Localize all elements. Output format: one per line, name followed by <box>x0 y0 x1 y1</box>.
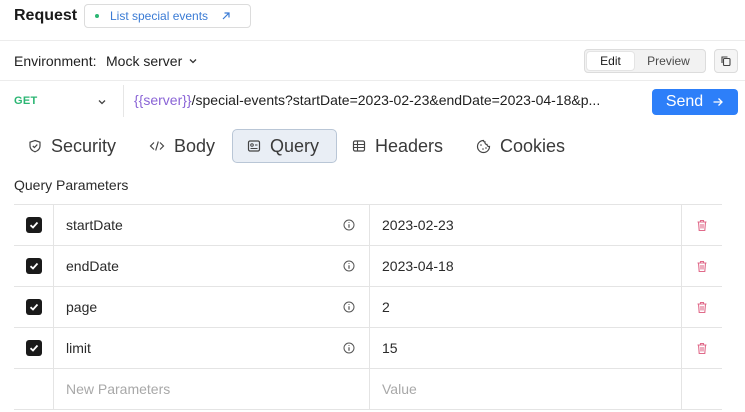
url-path: /special-events?startDate=2023-02-23&end… <box>191 92 601 108</box>
send-label: Send <box>665 93 704 110</box>
param-enabled-cell <box>14 328 54 368</box>
new-param-key-input[interactable]: New Parameters <box>54 369 370 409</box>
tab-label: Headers <box>375 135 444 156</box>
delete-param-button[interactable] <box>682 328 722 368</box>
param-key-input[interactable]: endDate <box>54 246 370 286</box>
info-icon[interactable] <box>343 219 355 231</box>
tab-body[interactable]: Body <box>149 129 215 163</box>
tab-headers[interactable]: Headers <box>352 129 443 163</box>
edit-mode-button[interactable]: Edit <box>587 52 634 70</box>
tab-label: Body <box>174 135 216 156</box>
headers-icon <box>352 140 366 152</box>
param-enabled-cell <box>14 205 54 245</box>
empty-cell <box>682 369 722 409</box>
info-icon[interactable] <box>343 260 355 272</box>
page-title: Request <box>14 7 78 24</box>
tab-cookies[interactable]: Cookies <box>476 129 565 163</box>
external-link-icon <box>222 12 230 20</box>
tab-security[interactable]: Security <box>28 129 116 163</box>
trash-icon <box>697 301 707 313</box>
delete-param-button[interactable] <box>682 205 722 245</box>
preview-mode-button[interactable]: Preview <box>634 52 703 70</box>
url-input[interactable]: {{server}}/special-events?startDate=2023… <box>134 92 640 108</box>
delete-param-button[interactable] <box>682 287 722 327</box>
info-icon[interactable] <box>343 342 355 354</box>
tab-label: Security <box>51 135 117 156</box>
check-icon <box>29 262 38 270</box>
param-value-input[interactable]: 2 <box>370 287 682 327</box>
environment-bar: Environment: Mock server Edit Preview <box>0 41 745 81</box>
param-key: page <box>66 299 98 315</box>
trash-icon <box>697 342 707 354</box>
table-row: startDate 2023-02-23 <box>14 205 722 246</box>
arrow-right-icon <box>713 98 724 106</box>
param-enabled-checkbox[interactable] <box>25 299 42 315</box>
chevron-down-icon <box>189 59 197 64</box>
url-server-variable: {{server}} <box>134 92 192 108</box>
send-button[interactable]: Send <box>652 89 738 115</box>
info-icon[interactable] <box>343 301 355 313</box>
table-row: limit 15 <box>14 328 722 369</box>
cookie-icon <box>476 139 491 153</box>
method-select[interactable]: GET <box>14 95 38 107</box>
query-parameters-table: startDate 2023-02-23 endDate 2023-04-18 <box>14 204 722 410</box>
param-enabled-cell <box>14 369 54 409</box>
param-key-input[interactable]: startDate <box>54 205 370 245</box>
query-icon <box>247 140 261 152</box>
environment-label: Environment: <box>14 53 97 69</box>
table-row: page 2 <box>14 287 722 328</box>
tab-query[interactable]: Query <box>232 129 337 163</box>
request-tabs: Security Body Query Headers Cookies <box>0 122 745 170</box>
param-value-input[interactable]: 2023-02-23 <box>370 205 682 245</box>
edit-preview-toggle: Edit Preview <box>584 49 706 73</box>
param-enabled-checkbox[interactable] <box>25 217 42 233</box>
copy-button[interactable] <box>714 49 738 73</box>
code-icon <box>149 141 165 151</box>
check-icon <box>29 303 38 311</box>
shield-icon <box>29 139 41 153</box>
param-enabled-checkbox[interactable] <box>25 340 42 356</box>
param-enabled-checkbox[interactable] <box>25 258 42 274</box>
delete-param-button[interactable] <box>682 246 722 286</box>
param-enabled-cell <box>14 287 54 327</box>
param-value-input[interactable]: 15 <box>370 328 682 368</box>
operation-link[interactable]: List special events <box>84 4 251 28</box>
url-bar: GET {{server}}/special-events?startDate=… <box>0 81 745 122</box>
trash-icon <box>697 260 707 272</box>
chevron-down-icon[interactable] <box>97 97 107 107</box>
table-row-new: New Parameters Value <box>14 369 722 410</box>
status-dot-icon <box>95 14 99 18</box>
new-param-value-input[interactable]: Value <box>370 369 682 409</box>
check-icon <box>29 221 38 229</box>
copy-icon <box>721 56 731 67</box>
operation-label: List special events <box>110 9 209 23</box>
query-parameters-title: Query Parameters <box>14 177 129 193</box>
param-key-input[interactable]: limit <box>54 328 370 368</box>
param-enabled-cell <box>14 246 54 286</box>
param-key-input[interactable]: page <box>54 287 370 327</box>
param-key: endDate <box>66 258 119 274</box>
tab-label: Query <box>270 135 320 156</box>
url-divider <box>123 85 124 117</box>
param-key: limit <box>66 340 91 356</box>
trash-icon <box>697 219 707 231</box>
param-key: startDate <box>66 217 123 233</box>
check-icon <box>29 344 38 352</box>
environment-select[interactable]: Mock server <box>106 53 198 69</box>
param-value-input[interactable]: 2023-04-18 <box>370 246 682 286</box>
table-row: endDate 2023-04-18 <box>14 246 722 287</box>
request-header: Request List special events <box>0 0 745 41</box>
tab-label: Cookies <box>500 135 566 156</box>
environment-value: Mock server <box>106 53 183 69</box>
